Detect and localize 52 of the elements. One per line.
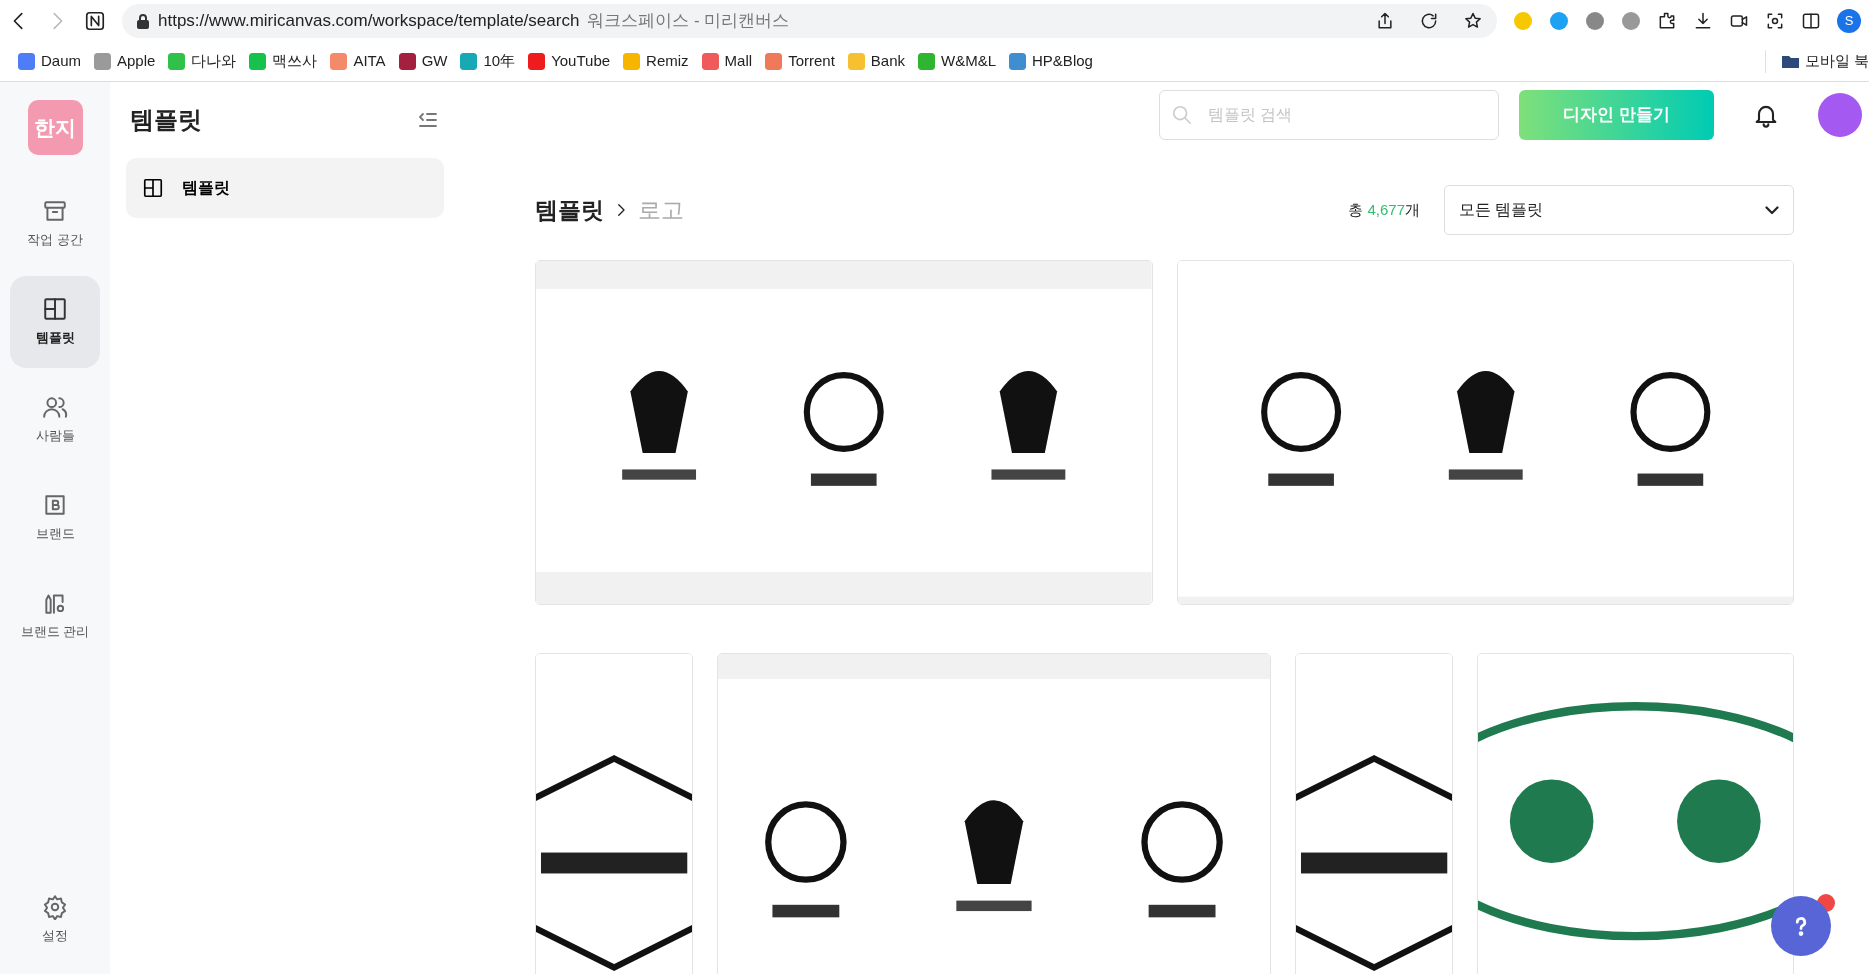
user-avatar[interactable] xyxy=(1818,93,1862,137)
settings-button[interactable]: 설정 xyxy=(10,874,100,966)
bookmark-link[interactable]: AITA xyxy=(330,50,386,73)
breadcrumb-item[interactable]: 템플릿 xyxy=(535,192,604,228)
extension-icon[interactable] xyxy=(1585,11,1605,31)
bookmark-link[interactable]: GW xyxy=(398,50,448,73)
extension-icon[interactable] xyxy=(1621,11,1641,31)
lock-icon xyxy=(136,13,150,29)
bookmark-link[interactable]: Torrent xyxy=(765,50,835,73)
bookmark-link[interactable]: Remiz xyxy=(623,50,689,73)
rail-nav-item[interactable]: 브랜드 xyxy=(10,472,100,564)
tab-icon[interactable] xyxy=(84,10,106,32)
rail-nav-item[interactable]: 브랜드 관리 xyxy=(10,570,100,662)
profile-avatar[interactable]: S xyxy=(1837,9,1861,33)
people-icon xyxy=(42,394,68,421)
bookmark-link[interactable]: Mall xyxy=(701,50,753,73)
template-filter-dropdown[interactable]: 모든 템플릿 xyxy=(1444,185,1794,235)
search-field[interactable]: 템플릿 검색 xyxy=(1159,90,1499,140)
rail-nav-item[interactable]: 사람들 xyxy=(10,374,100,466)
template-count: 총 4,677개 xyxy=(1348,199,1420,220)
bookmark-link[interactable]: Apple xyxy=(94,50,156,73)
search-icon xyxy=(1171,104,1193,126)
bookmark-link[interactable]: HP&Blog xyxy=(1009,50,1093,73)
bookmark-link[interactable]: 다나와 xyxy=(168,50,237,73)
screenshot-icon[interactable] xyxy=(1765,11,1785,31)
panel-title: 템플릿 xyxy=(130,105,202,135)
breadcrumb-item: 로고 xyxy=(638,195,684,225)
reload-icon[interactable] xyxy=(1419,11,1439,31)
download-icon[interactable] xyxy=(1693,11,1713,31)
bookmark-link[interactable]: YouTube xyxy=(528,50,611,73)
page-title: 워크스페이스 - 미리캔버스 xyxy=(587,10,790,33)
puzzle-icon[interactable] xyxy=(1657,11,1677,31)
bookmark-link[interactable]: W&M&L xyxy=(918,50,997,73)
bookmark-link[interactable]: Bank xyxy=(847,50,905,73)
bookmark-link[interactable]: Daum xyxy=(18,50,81,73)
bookmark-link[interactable]: 모바일 북 xyxy=(1764,50,1869,73)
chevron-down-icon xyxy=(1765,205,1779,215)
rail-nav-item[interactable]: 작업 공간 xyxy=(10,178,100,270)
bookmark-link[interactable]: 맥쓰사 xyxy=(249,50,318,73)
star-icon[interactable] xyxy=(1463,11,1483,31)
bookmark-link[interactable]: 10年 xyxy=(460,50,516,73)
rail-nav-item[interactable]: 템플릿 xyxy=(10,276,100,368)
share-icon[interactable] xyxy=(1375,11,1395,31)
settings-icon xyxy=(42,894,68,921)
url-text: https://www.miricanvas.com/workspace/template/search xyxy=(158,10,580,33)
layout-icon xyxy=(42,296,68,323)
side-panel-icon[interactable] xyxy=(1801,11,1821,31)
panel-nav-item[interactable]: 템플릿 xyxy=(126,158,444,218)
layout-icon xyxy=(142,177,164,199)
extension-icon[interactable] xyxy=(1549,11,1569,31)
folder-icon xyxy=(1781,53,1799,70)
address-bar[interactable]: https://www.miricanvas.com/workspace/template/search 워크스페이스 - 미리캔버스 xyxy=(122,4,1497,38)
